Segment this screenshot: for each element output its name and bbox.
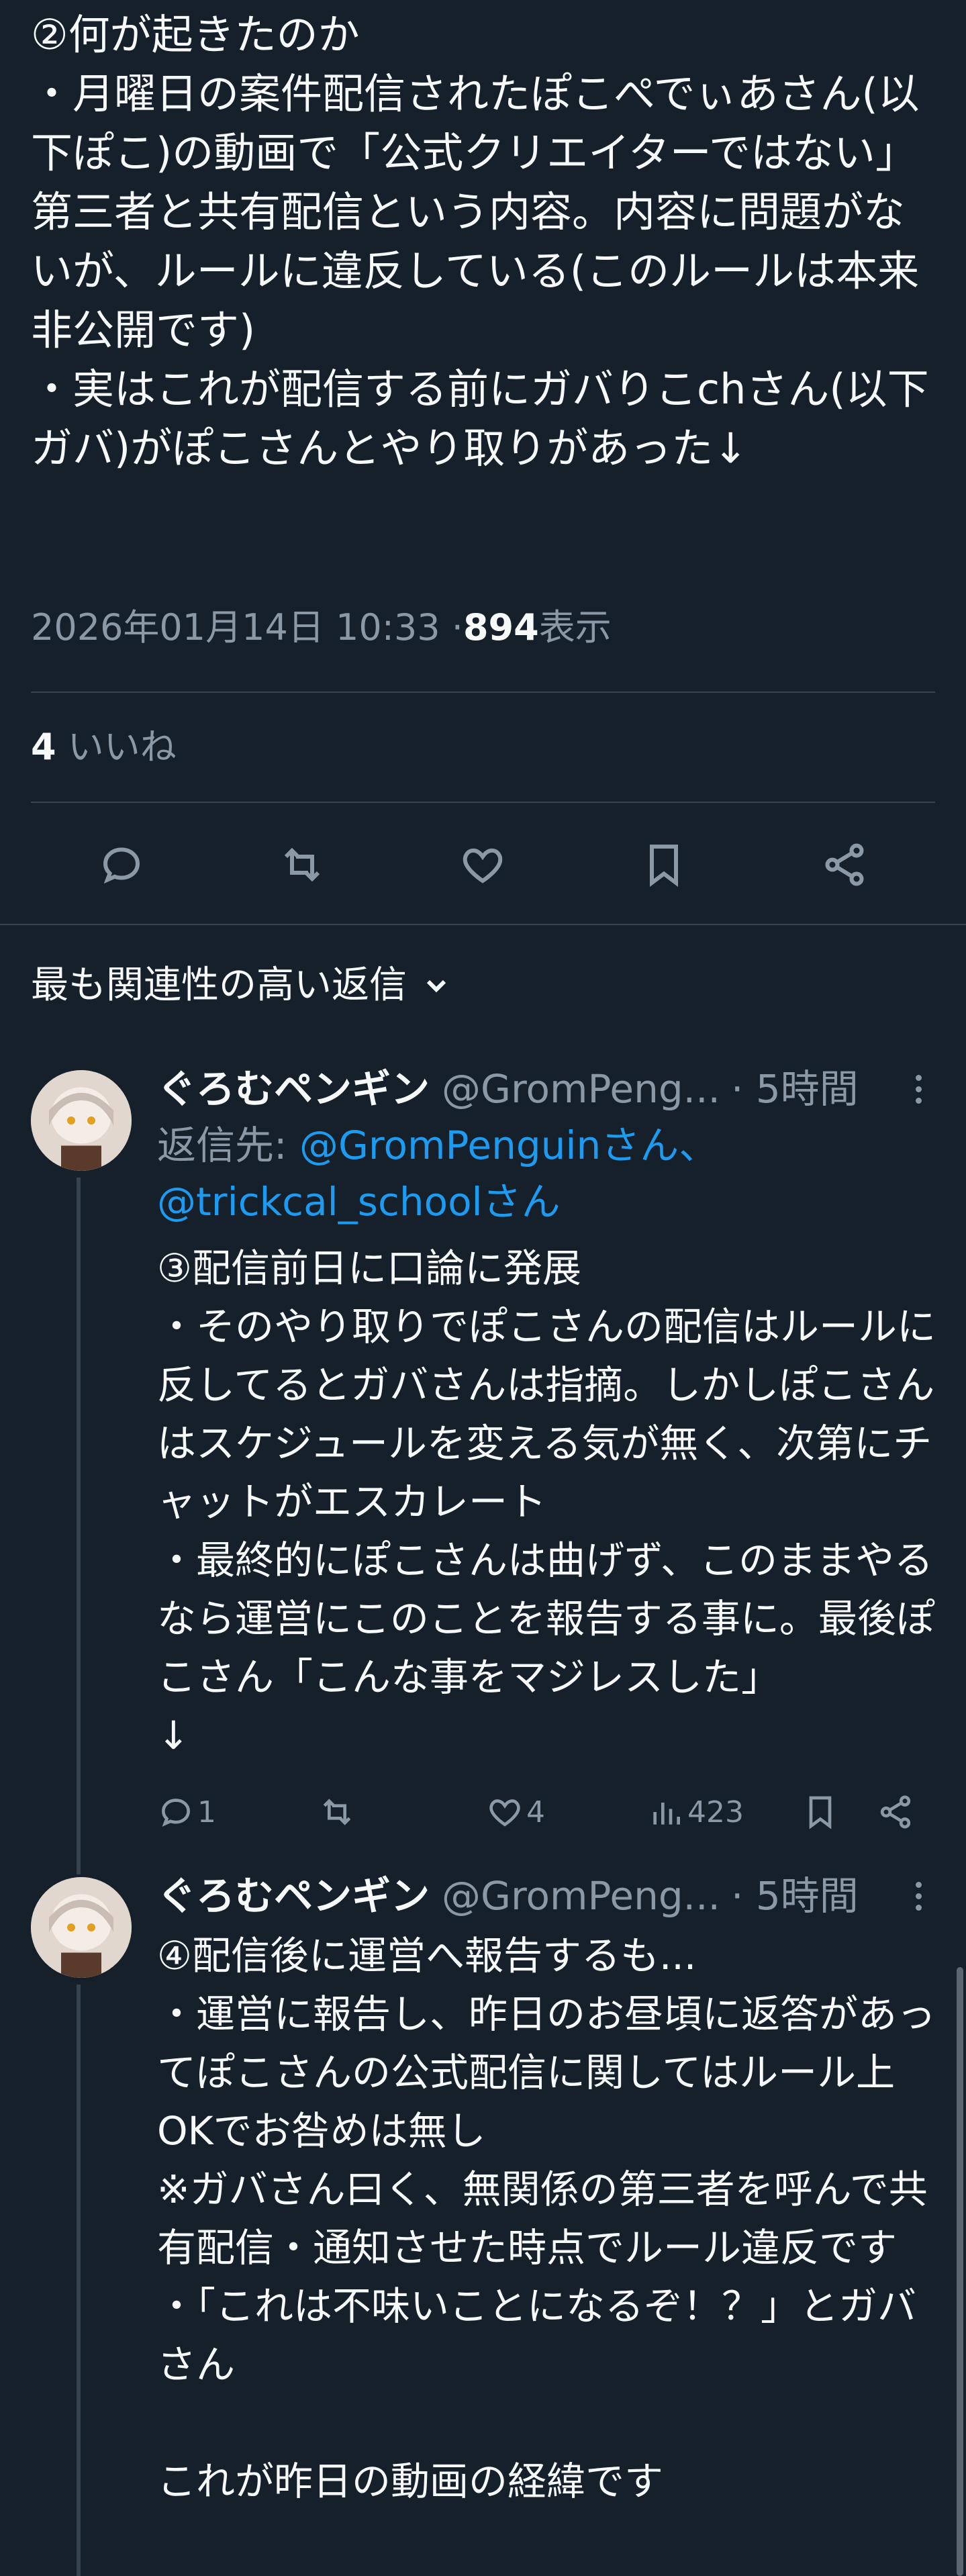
divider	[31, 802, 935, 803]
tweet-actions	[31, 831, 935, 898]
reply-count: 1	[197, 1795, 216, 1829]
thread-line	[77, 1178, 81, 1874]
reply-header: ぐろむペンギン @GromPeng... · 5時間	[157, 1869, 929, 1923]
like-button[interactable]: 4	[486, 1793, 545, 1831]
tweet-date[interactable]: 2026年01月14日 10:33 ·	[31, 604, 463, 651]
share-button[interactable]	[877, 1793, 914, 1831]
retweet-button[interactable]	[318, 1793, 356, 1831]
divider	[0, 924, 966, 925]
scrollbar[interactable]	[957, 1967, 963, 2576]
reply-sort-label: 最も関連性の高い返信	[31, 963, 407, 1007]
divider	[31, 691, 935, 693]
reply-actions: 1 4 423	[157, 1788, 936, 1835]
tweet-view-count: 894	[463, 606, 539, 649]
reply-sort-dropdown[interactable]: 最も関連性の高い返信	[31, 959, 452, 1012]
more-options-icon[interactable]	[905, 1062, 932, 1116]
retweet-icon	[323, 1799, 351, 1825]
retweet-icon[interactable]	[274, 837, 330, 893]
reply-header: ぐろむペンギン @GromPeng... · 5時間	[157, 1062, 929, 1116]
reply-body: ④配信後に運営へ報告するも... ・運営に報告し、昨日のお昼頃に返答があってぽこ…	[157, 1933, 936, 2504]
like-count: 4	[526, 1795, 545, 1829]
share-icon[interactable]	[816, 837, 873, 893]
tweet-meta: 2026年01月14日 10:33 · 894 表示	[31, 604, 612, 651]
reply-to-label: 返信先:	[157, 1123, 299, 1168]
bookmark-button[interactable]	[802, 1793, 839, 1831]
likes-count: 4	[31, 726, 56, 768]
reply-to: 返信先: @GromPenguinさん、 @trickcal_schoolさん	[157, 1117, 936, 1230]
reply-to-link[interactable]: @trickcal_schoolさん	[157, 1179, 561, 1225]
analytics-icon	[653, 1803, 680, 1825]
view-count: 423	[687, 1795, 744, 1829]
likes-label: いいね	[56, 726, 177, 768]
like-icon	[489, 1799, 520, 1827]
reply-icon	[161, 1799, 191, 1827]
share-icon	[880, 1795, 911, 1829]
avatar[interactable]	[31, 1070, 132, 1171]
reply-author-handle[interactable]: @GromPeng...	[442, 1869, 720, 1923]
thread-line	[77, 1985, 81, 2576]
tweet-body: ②何が起きたのか ・月曜日の案件配信されたぽこぺでぃあさん(以下ぽこ)の動画で「…	[31, 10, 929, 473]
reply-timestamp[interactable]: · 5時間	[731, 1062, 859, 1116]
reply-body: ③配信前日に口論に発展 ・そのやり取りでぽこさんの配信はルールに反してるとガバさ…	[157, 1245, 936, 1758]
chevron-down-icon	[426, 980, 446, 993]
reply-icon[interactable]	[93, 837, 150, 893]
reply-author-handle[interactable]: @GromPeng...	[442, 1062, 720, 1116]
views-button[interactable]: 423	[647, 1793, 744, 1831]
bookmark-icon	[809, 1796, 832, 1829]
reply-to-link[interactable]: @GromPenguinさん、	[299, 1123, 718, 1168]
reply-button[interactable]: 1	[157, 1793, 216, 1831]
more-options-icon[interactable]	[905, 1869, 932, 1923]
bookmark-icon[interactable]	[636, 837, 692, 893]
reply-timestamp[interactable]: · 5時間	[731, 1869, 859, 1923]
avatar[interactable]	[31, 1877, 132, 1978]
likes-count-row[interactable]: 4 いいね	[31, 724, 177, 771]
reply-author-name[interactable]: ぐろむペンギン	[157, 1062, 430, 1116]
tweet-view-label: 表示	[538, 606, 612, 649]
like-icon[interactable]	[454, 837, 511, 893]
reply-author-name[interactable]: ぐろむペンギン	[157, 1869, 430, 1923]
